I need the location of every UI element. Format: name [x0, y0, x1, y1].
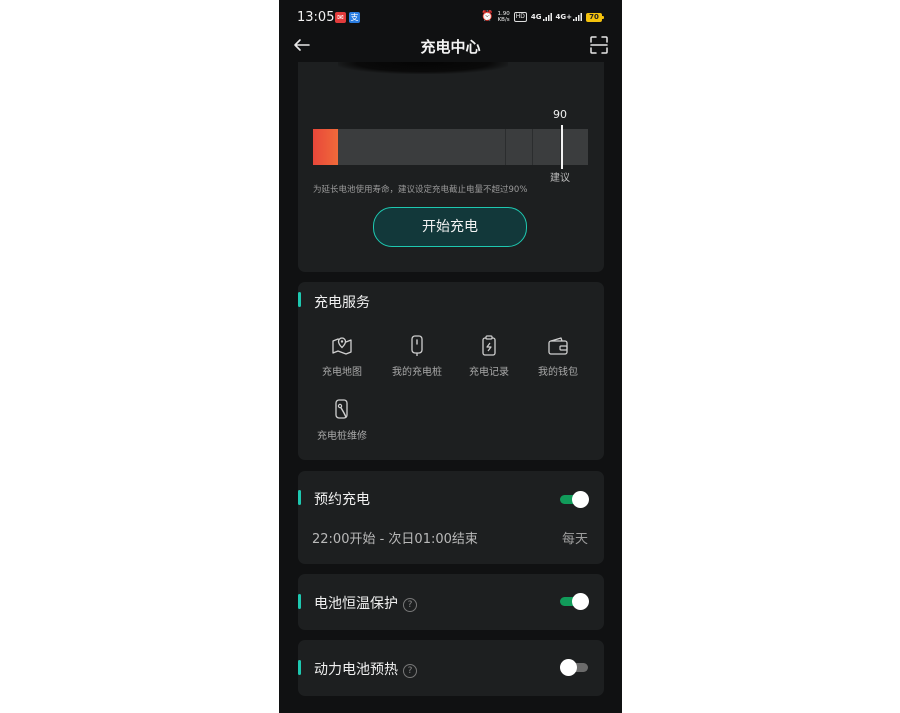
scan-icon [590, 36, 608, 54]
battery-preheat-toggle[interactable] [560, 659, 588, 677]
car-image-edge [338, 62, 508, 74]
suggested-label: 建议 [550, 173, 570, 184]
scheduled-charging-card: 预约充电 22:00开始 - 次日01:00结束 每天 [298, 471, 604, 564]
schedule-time-range[interactable]: 22:00开始 - 次日01:00结束 [312, 528, 478, 547]
battery-thermal-title: 电池恒温保护? [314, 593, 417, 613]
battery-icon: 70 [586, 12, 604, 22]
charging-pile-icon [411, 335, 423, 356]
status-indicators: ⏰ 1.90 KB/s HD 4G 4G+ 70 [481, 11, 604, 23]
help-icon[interactable]: ? [403, 664, 417, 678]
service-my-charging-pile[interactable]: 我的充电桩 [382, 334, 452, 378]
notification-alipay-icon: 支 [349, 12, 360, 23]
charge-limit-handle[interactable] [561, 125, 563, 169]
top-app-bar: 充电中心 [279, 30, 622, 62]
services-title: 充电服务 [314, 295, 370, 311]
battery-preheat-card: 动力电池预热? [298, 640, 604, 696]
wallet-icon [548, 337, 568, 355]
section-accent [298, 660, 301, 675]
service-label: 充电记录 [469, 367, 509, 378]
repair-icon [335, 399, 348, 419]
alarm-icon: ⏰ [481, 11, 494, 22]
schedule-repeat[interactable]: 每天 [562, 528, 588, 547]
charging-services-card: 充电服务 充电地图 我的充电桩 充电记录 我的钱包 充电桩维修 [298, 282, 604, 460]
map-pin-icon [332, 337, 352, 355]
service-label: 充电桩维修 [317, 431, 367, 442]
battery-thermal-label: 电池恒温保护 [314, 596, 398, 612]
section-accent [298, 292, 301, 307]
battery-thermal-toggle[interactable] [560, 593, 589, 611]
section-accent [298, 490, 301, 505]
slider-segment-divider [505, 129, 506, 165]
charge-record-icon [482, 335, 496, 356]
charge-limit-value: 90 [553, 108, 567, 121]
battery-thermal-card: 电池恒温保护? [298, 574, 604, 630]
charge-limit-card: 90 建议 为延长电池使用寿命，建议设定充电截止电量不超过90% 开始充电 [298, 62, 604, 272]
scheduled-charging-title: 预约充电 [314, 492, 370, 508]
signal-bars-icon [573, 13, 582, 21]
notification-app-icon: ✉ [335, 12, 346, 23]
status-time: 13:05 [297, 10, 335, 25]
status-bar: 13:05 ✉ 支 ⏰ 1.90 KB/s HD 4G 4G+ 70 [279, 0, 622, 34]
service-label: 我的充电桩 [392, 367, 442, 378]
toggle-knob [572, 491, 589, 508]
scan-button[interactable] [588, 34, 610, 56]
page-title: 充电中心 [420, 38, 481, 56]
charge-limit-slider[interactable] [313, 125, 588, 169]
battery-preheat-label: 动力电池预热 [314, 662, 398, 678]
scheduled-charging-toggle[interactable] [560, 491, 589, 509]
signal-bars-icon [542, 13, 552, 21]
signal-4g: 4G [531, 13, 552, 21]
service-charge-records[interactable]: 充电记录 [454, 334, 524, 378]
current-charge-fill [313, 129, 338, 165]
battery-life-hint: 为延长电池使用寿命，建议设定充电截止电量不超过90% [313, 185, 528, 195]
phone-screen: 13:05 ✉ 支 ⏰ 1.90 KB/s HD 4G 4G+ 70 充电中心 … [279, 0, 622, 713]
toggle-knob [572, 593, 589, 610]
service-my-wallet[interactable]: 我的钱包 [523, 334, 593, 378]
service-pile-repair[interactable]: 充电桩维修 [307, 398, 377, 442]
battery-preheat-title: 动力电池预热? [314, 659, 417, 679]
service-label: 充电地图 [322, 367, 362, 378]
hd-badge: HD [513, 12, 527, 22]
net-speed: 1.90 KB/s [497, 11, 510, 23]
help-icon[interactable]: ? [403, 598, 417, 612]
start-charging-button[interactable]: 开始充电 [373, 207, 527, 247]
section-accent [298, 594, 301, 609]
service-charging-map[interactable]: 充电地图 [307, 334, 377, 378]
toggle-knob [560, 659, 577, 676]
signal-4g-plus: 4G+ [556, 13, 582, 21]
slider-segment-divider [532, 129, 533, 165]
service-label: 我的钱包 [538, 367, 578, 378]
